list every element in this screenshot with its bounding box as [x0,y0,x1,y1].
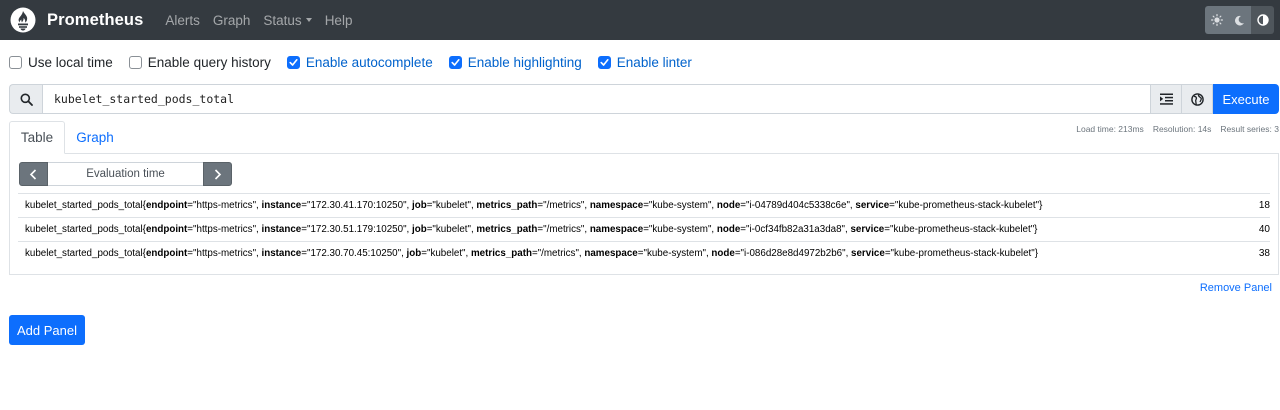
metrics-path-value: /metrics [541,248,576,259]
theme-toggle-group [1205,6,1274,34]
job-value: kubelet [435,224,468,235]
results-table: kubelet_started_pods_total{endpoint="htt… [18,193,1270,265]
job-value: kubelet [430,248,463,259]
nav-alerts-link[interactable]: Alerts [165,13,200,28]
add-panel-button[interactable]: Add Panel [9,315,85,345]
evaluation-time-input[interactable]: Evaluation time [48,162,203,186]
table-row: kubelet_started_pods_total{endpoint="htt… [18,241,1270,265]
caret-down-icon [305,18,312,22]
query-history-option[interactable]: Enable query history [128,55,271,70]
prometheus-logo-icon[interactable] [10,7,36,33]
table-panel: Evaluation time kubelet_started_pods_tot… [9,153,1279,275]
checkmark-icon [600,59,609,66]
autocomplete-label[interactable]: Enable autocomplete [306,55,433,70]
evaluation-time-control: Evaluation time [19,162,232,186]
moon-icon [1235,15,1244,25]
node-value: i-04789d404c5338c6e [749,200,847,211]
endpoint-value: https-metrics [196,224,253,235]
metrics-explorer-button[interactable] [1182,84,1213,114]
linter-checkbox[interactable] [597,56,611,69]
theme-dark-button[interactable] [1228,6,1251,34]
globe-icon [1190,92,1204,106]
series-labels: kubelet_started_pods_total{endpoint="htt… [25,248,1038,259]
namespace-value: kube-system [646,248,703,259]
use-local-time-option[interactable]: Use local time [9,55,113,70]
checkmark-icon [451,59,460,66]
panel-tabs: Table Graph Load time: 213ms Resolution:… [9,121,1279,154]
series-labels: kubelet_started_pods_total{endpoint="htt… [25,200,1043,211]
metrics-path-value: /metrics [546,224,581,235]
metric-name: kubelet_started_pods_total [25,224,143,235]
execute-button[interactable]: Execute [1213,84,1279,114]
query-bar: kubelet_started_pods_total Execute [9,84,1279,114]
instance-value: 172.30.70.45:10250 [310,248,398,259]
search-icon-addon [9,84,42,114]
metric-name: kubelet_started_pods_total [25,248,143,259]
node-value: i-086d28e8d4972b2b6 [744,248,843,259]
sample-value: 38 [1258,248,1270,259]
indent-icon [1159,93,1173,105]
use-local-time-checkbox[interactable] [9,56,22,69]
linter-option[interactable]: Enable linter [597,55,692,70]
checkmark-icon [289,59,298,66]
linter-label[interactable]: Enable linter [617,55,692,70]
autocomplete-option[interactable]: Enable autocomplete [286,55,433,70]
expression-input[interactable]: kubelet_started_pods_total [42,84,1151,114]
node-value: i-0cf34fb82a31a3da8 [749,224,842,235]
use-local-time-label[interactable]: Use local time [28,55,113,70]
metric-name: kubelet_started_pods_total [25,200,143,211]
table-row: kubelet_started_pods_total{endpoint="htt… [18,217,1270,241]
nav-status-dropdown[interactable]: Status [263,12,312,28]
namespace-value: kube-system [652,200,708,211]
query-history-checkbox[interactable] [128,56,142,69]
previous-time-button[interactable] [19,162,48,186]
nav-help-link[interactable]: Help [325,13,353,28]
service-value: kube-prometheus-stack-kubelet [894,248,1032,259]
highlighting-checkbox[interactable] [448,56,462,69]
highlighting-label[interactable]: Enable highlighting [468,55,582,70]
next-time-button[interactable] [203,162,232,186]
nav-status-label: Status [263,12,302,28]
endpoint-value: https-metrics [196,248,253,259]
half-circle-icon [1256,14,1269,26]
theme-light-button[interactable] [1205,6,1228,34]
result-series-stat: Result series: 3 [1220,124,1279,134]
metrics-path-value: /metrics [546,200,581,211]
service-value: kube-prometheus-stack-kubelet [898,200,1036,211]
job-value: kubelet [435,200,468,211]
tab-graph[interactable]: Graph [65,121,125,154]
format-expression-button[interactable] [1151,84,1182,114]
series-labels: kubelet_started_pods_total{endpoint="htt… [25,224,1038,235]
search-icon [20,93,33,106]
query-stats: Load time: 213ms Resolution: 14s Result … [1067,124,1279,134]
highlighting-option[interactable]: Enable highlighting [448,55,582,70]
top-navbar: Prometheus Alerts Graph Status Help [0,0,1280,40]
instance-value: 172.30.41.170:10250 [310,200,404,211]
sun-icon [1210,14,1223,26]
autocomplete-checkbox[interactable] [286,56,300,69]
sample-value: 18 [1258,200,1270,211]
namespace-value: kube-system [652,224,708,235]
sample-value: 40 [1258,224,1270,235]
service-value: kube-prometheus-stack-kubelet [893,224,1031,235]
chevron-left-icon [29,168,37,180]
table-row: kubelet_started_pods_total{endpoint="htt… [18,193,1270,217]
tab-table[interactable]: Table [9,121,65,154]
chevron-right-icon [214,168,222,180]
nav-graph-link[interactable]: Graph [213,13,251,28]
instance-value: 172.30.51.179:10250 [310,224,404,235]
resolution-stat: Resolution: 14s [1152,124,1212,134]
remove-panel-link[interactable]: Remove Panel [1200,282,1272,294]
query-options-row: Use local time Enable query history Enab… [0,40,1280,82]
theme-auto-button[interactable] [1251,6,1274,34]
load-time-stat: Load time: 213ms [1076,124,1144,134]
endpoint-value: https-metrics [196,200,253,211]
brand-title[interactable]: Prometheus [47,11,143,30]
query-history-label[interactable]: Enable query history [148,55,271,70]
